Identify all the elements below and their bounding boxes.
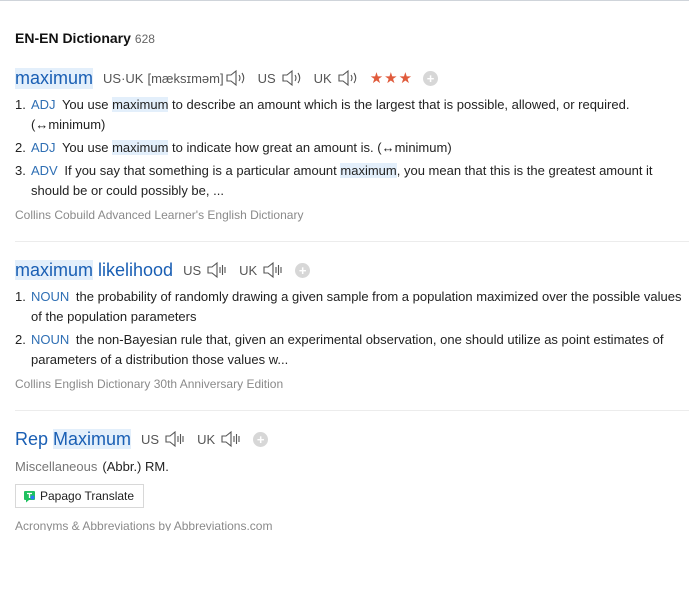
headword-highlight: maximum [15, 259, 94, 280]
add-to-wordbook-button[interactable]: + [295, 262, 311, 278]
entry-rep-maximum: Rep Maximum US UK + Miscellaneous (Abbr.)… [15, 427, 689, 508]
dictionary-source: Acronyms & Abbreviations by Abbreviation… [15, 519, 273, 531]
pronunciation-us: US [183, 261, 229, 279]
pronunciation-us-uk: US·UK [mæksɪməm] [103, 69, 248, 87]
sense-item: 2. NOUN the non-Bayesian rule that, given… [15, 330, 689, 370]
sense-number: 1. [15, 97, 26, 112]
sense-number: 2. [15, 140, 26, 155]
pron-label: UK [197, 431, 216, 447]
misc-label: Miscellaneous [15, 459, 98, 474]
result-count: 628 [134, 32, 155, 46]
pronunciation-us: US [141, 430, 187, 448]
sense-list: 1. ADJ You use maximum to describe an amo… [15, 95, 689, 201]
headword-row: Rep Maximum US UK + [15, 427, 689, 451]
speaker-icon[interactable] [280, 69, 304, 87]
pronunciation-uk: UK [314, 69, 360, 87]
papago-label: Papago Translate [40, 489, 135, 503]
entry-maximum: maximum US·UK [mæksɪməm] US UK ★★★ + 1. A… [15, 66, 689, 223]
part-of-speech: NOUN [31, 332, 70, 347]
sense-item: 2. ADJ You use maximum to indicate how gr… [15, 138, 689, 158]
sense-text: You use [61, 140, 113, 155]
entry-maximum-likelihood: maximum likelihood US UK + 1. NOUN the pr… [15, 258, 689, 392]
sense-text: If you say that something is a particula… [64, 163, 341, 178]
dictionary-source: Collins Cobuild Advanced Learner's Engli… [15, 208, 304, 222]
pronunciation-uk: UK [239, 261, 285, 279]
headword-link[interactable]: Rep Maximum [15, 428, 132, 450]
papago-logo-icon [23, 490, 36, 503]
highlighted-term: maximum [340, 163, 397, 178]
part-of-speech: ADJ [31, 140, 56, 155]
headword-highlight: Maximum [53, 428, 132, 449]
entry-divider [15, 410, 689, 411]
sense-number: 2. [15, 332, 26, 347]
pron-label: US [257, 70, 276, 86]
sense-number: 3. [15, 163, 26, 178]
headword-prefix: Rep [15, 428, 54, 449]
add-to-wordbook-button[interactable]: + [253, 431, 269, 447]
sense-text: the probability of randomly drawing a gi… [31, 289, 682, 324]
sense-list: 1. NOUN the probability of randomly drawi… [15, 287, 689, 370]
sense-item: 1. NOUN the probability of randomly drawi… [15, 287, 689, 327]
speaker-icon[interactable] [205, 261, 229, 279]
pron-label: US [141, 431, 160, 447]
misc-text: (Abbr.) RM. [102, 459, 169, 474]
headword-link[interactable]: maximum likelihood [15, 259, 174, 281]
dictionary-title: EN-EN Dictionary [15, 30, 131, 46]
part-of-speech: ADV [31, 163, 58, 178]
pron-label: UK [239, 262, 258, 278]
papago-translate-button[interactable]: Papago Translate [15, 484, 145, 508]
dictionary-header: EN-EN Dictionary 628 [15, 30, 155, 48]
part-of-speech: NOUN [31, 289, 70, 304]
highlighted-term: maximum [112, 140, 169, 155]
frequency-stars: ★★★ [369, 70, 414, 87]
speaker-icon[interactable] [336, 69, 360, 87]
sense-text: the non-Bayesian rule that, given an exp… [31, 332, 664, 367]
pron-ipa: [mæksɪməm] [147, 70, 224, 86]
dictionary-source: Collins English Dictionary 30th Annivers… [15, 377, 284, 391]
pron-label: US [183, 262, 202, 278]
speaker-icon[interactable] [163, 430, 187, 448]
pronunciation-us: US [258, 69, 304, 87]
headword-row: maximum US·UK [mæksɪməm] US UK ★★★ + [15, 66, 689, 90]
headword-link[interactable]: maximum [15, 67, 94, 89]
part-of-speech: ADJ [31, 97, 56, 112]
speaker-icon[interactable] [219, 430, 243, 448]
sense-item: 3. ADV If you say that something is a par… [15, 161, 689, 201]
speaker-icon[interactable] [224, 69, 248, 87]
sense-text: to indicate how great an amount is. (↔mi… [168, 140, 452, 155]
pron-label: UK [313, 70, 332, 86]
highlighted-term: maximum [112, 97, 169, 112]
headword-row: maximum likelihood US UK + [15, 258, 689, 282]
pron-label: US·UK [103, 70, 144, 86]
misc-row: Miscellaneous (Abbr.) RM. [15, 457, 689, 477]
headword-rest: likelihood [93, 259, 174, 280]
sense-item: 1. ADJ You use maximum to describe an amo… [15, 95, 689, 135]
papago-row: Papago Translate [15, 484, 689, 508]
sense-number: 1. [15, 289, 26, 304]
add-to-wordbook-button[interactable]: + [423, 70, 439, 86]
sense-text: You use [61, 97, 113, 112]
entry-divider [15, 241, 689, 242]
speaker-icon[interactable] [261, 261, 285, 279]
top-divider [0, 0, 689, 1]
pronunciation-uk: UK [197, 430, 243, 448]
